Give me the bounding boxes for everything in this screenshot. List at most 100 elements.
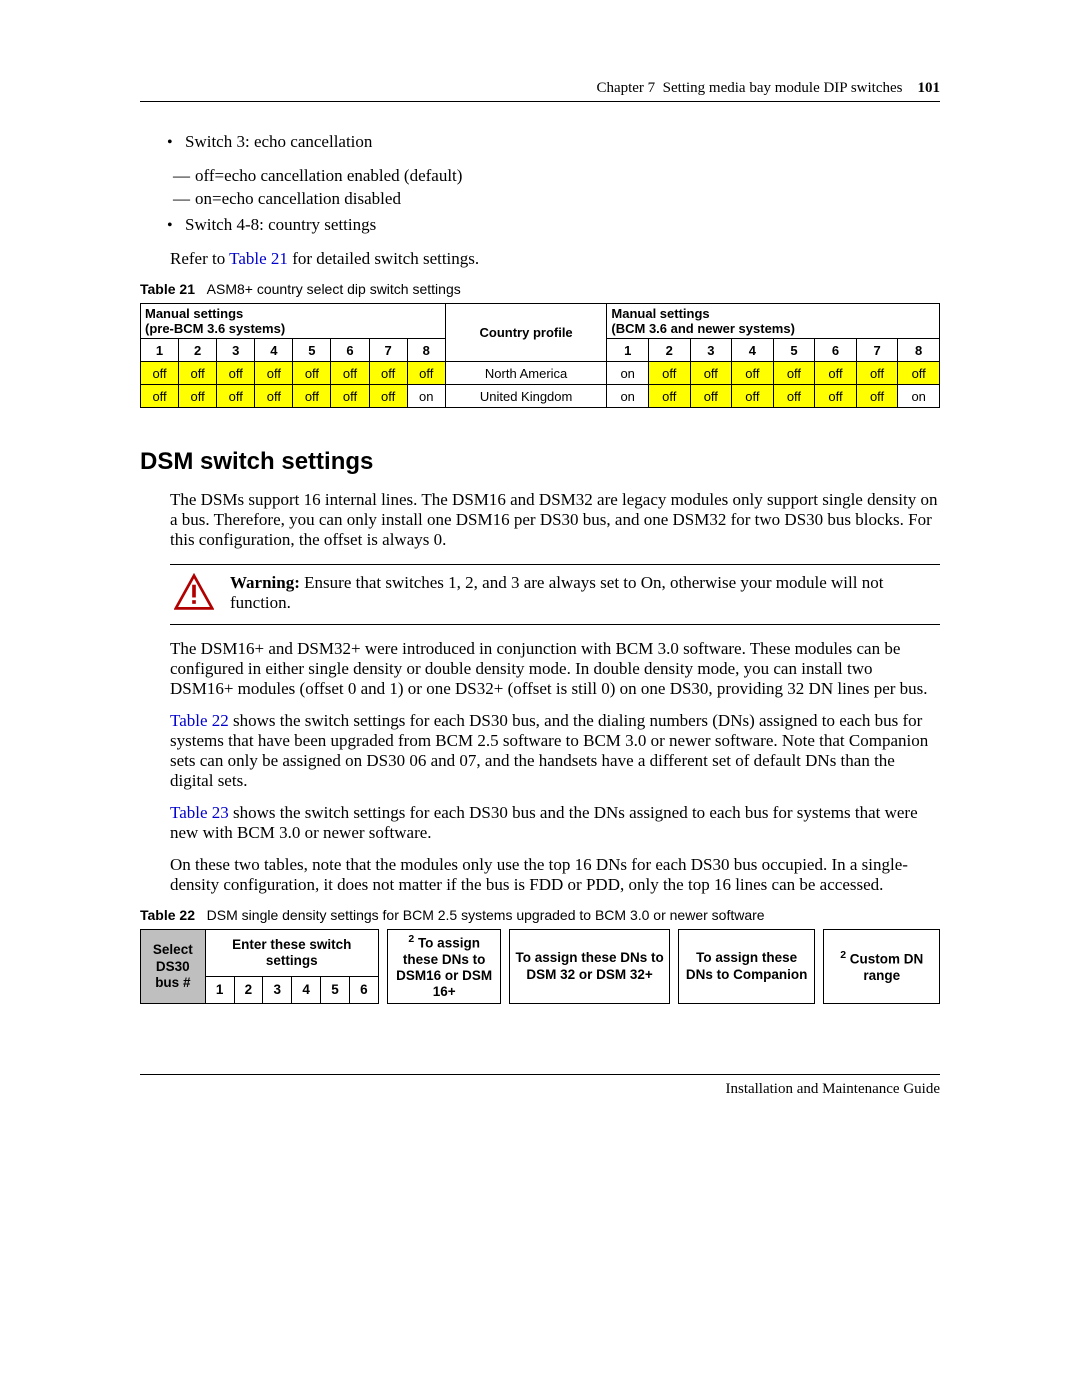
cell: off — [407, 362, 445, 385]
bullet-list-2: Switch 4-8: country settings — [140, 215, 940, 235]
warning-box: Warning: Ensure that switches 1, 2, and … — [170, 564, 940, 625]
cell: off — [856, 385, 898, 408]
table22: Select DS30 bus # Enter these switch set… — [140, 929, 940, 1004]
col-enter: Enter these switch settings — [205, 930, 378, 977]
cell: off — [648, 385, 690, 408]
table21: Manual settings (pre-BCM 3.6 systems) Co… — [140, 303, 940, 408]
warning-icon — [170, 571, 226, 618]
cell: off — [690, 385, 732, 408]
para3-text: shows the switch settings for each DS30 … — [170, 711, 928, 790]
paragraph: Table 22 shows the switch settings for e… — [170, 711, 940, 791]
col-num: 2 — [234, 976, 263, 1004]
col-num: 3 — [690, 339, 732, 362]
table23-link[interactable]: Table 23 — [170, 803, 229, 822]
warning-label: Warning: — [230, 573, 300, 592]
cell: off — [648, 362, 690, 385]
cell: off — [179, 362, 217, 385]
cell: off — [856, 362, 898, 385]
cell: off — [217, 362, 255, 385]
cell: off — [690, 362, 732, 385]
paragraph: The DSMs support 16 internal lines. The … — [170, 490, 940, 550]
col-num: 4 — [732, 339, 774, 362]
hdr-left-sub: (pre-BCM 3.6 systems) — [145, 321, 285, 336]
cell: off — [898, 362, 940, 385]
col-num: 5 — [773, 339, 815, 362]
chapter-title: Setting media bay module DIP switches — [663, 80, 903, 96]
table-row: off off off off off off off off North Am… — [141, 362, 940, 385]
table-row: off off off off off off off on United Ki… — [141, 385, 940, 408]
col-num: 6 — [349, 976, 378, 1004]
cell: off — [369, 362, 407, 385]
table-row: Select DS30 bus # Enter these switch set… — [141, 930, 940, 977]
col-num: 5 — [321, 976, 350, 1004]
table22-caption: Table 22 DSM single density settings for… — [140, 907, 940, 923]
table22-label: Table 22 — [140, 907, 195, 923]
cell: off — [217, 385, 255, 408]
col-num: 2 — [648, 339, 690, 362]
col-num: 7 — [856, 339, 898, 362]
col-num: 3 — [217, 339, 255, 362]
header-text: Chapter 7 Setting media bay module DIP s… — [140, 80, 940, 97]
col-num: 8 — [898, 339, 940, 362]
hdr-left: Manual settings (pre-BCM 3.6 systems) — [141, 304, 446, 339]
col-num: 1 — [607, 339, 649, 362]
cell-country: North America — [445, 362, 607, 385]
table21-link[interactable]: Table 21 — [229, 249, 288, 268]
page-header: Chapter 7 Setting media bay module DIP s… — [140, 80, 940, 102]
dash-item: on=echo cancellation disabled — [195, 189, 940, 209]
warning-text: Ensure that switches 1, 2, and 3 are alw… — [230, 573, 883, 612]
refer-pre: Refer to — [170, 249, 229, 268]
cell: off — [255, 362, 293, 385]
hdr-right-text: Manual settings — [611, 306, 709, 321]
cell: off — [331, 385, 369, 408]
cell: off — [773, 362, 815, 385]
gap — [815, 930, 824, 1004]
col-assign3: To assign these DNs to Companion — [679, 930, 815, 1004]
col-select: Select DS30 bus # — [141, 930, 206, 1004]
col-num: 1 — [205, 976, 234, 1004]
cell: off — [732, 362, 774, 385]
dash-list-1: off=echo cancellation enabled (default) … — [140, 166, 940, 209]
col-num: 8 — [407, 339, 445, 362]
table21-label: Table 21 — [140, 281, 195, 297]
cell: off — [141, 385, 179, 408]
cell: on — [407, 385, 445, 408]
col-num: 4 — [255, 339, 293, 362]
section-heading: DSM switch settings — [140, 448, 940, 476]
cell: on — [898, 385, 940, 408]
gap — [501, 930, 510, 1004]
cell: off — [815, 362, 857, 385]
table22-link[interactable]: Table 22 — [170, 711, 229, 730]
page: Chapter 7 Setting media bay module DIP s… — [0, 0, 1080, 1158]
col-num: 2 — [179, 339, 217, 362]
hdr-country: Country profile — [445, 304, 607, 362]
col-num: 6 — [815, 339, 857, 362]
cell: off — [179, 385, 217, 408]
cell: off — [773, 385, 815, 408]
gap — [378, 930, 387, 1004]
cell: off — [141, 362, 179, 385]
cell: off — [255, 385, 293, 408]
warning-text-cell: Warning: Ensure that switches 1, 2, and … — [226, 571, 940, 618]
cell: off — [815, 385, 857, 408]
page-number: 101 — [918, 80, 941, 96]
table21-caption: Table 21 ASM8+ country select dip switch… — [140, 281, 940, 297]
col-num: 5 — [293, 339, 331, 362]
cell-country: United Kingdom — [445, 385, 607, 408]
page-footer: Installation and Maintenance Guide — [140, 1074, 940, 1098]
paragraph: On these two tables, note that the modul… — [170, 855, 940, 895]
refer-post: for detailed switch settings. — [288, 249, 479, 268]
cell: off — [331, 362, 369, 385]
paragraph: The DSM16+ and DSM32+ were introduced in… — [170, 639, 940, 699]
hdr-right: Manual settings (BCM 3.6 and newer syste… — [607, 304, 940, 339]
table21-caption-text: ASM8+ country select dip switch settings — [207, 281, 461, 297]
cell: off — [293, 385, 331, 408]
gap — [669, 930, 678, 1004]
col-assign1: 2 To assign these DNs to DSM16 or DSM 16… — [388, 930, 501, 1004]
col-num: 7 — [369, 339, 407, 362]
bullet-item: Switch 3: echo cancellation — [185, 132, 940, 152]
col-num: 6 — [331, 339, 369, 362]
col-num: 1 — [141, 339, 179, 362]
hdr-right-sub: (BCM 3.6 and newer systems) — [611, 321, 795, 336]
cell: on — [607, 385, 649, 408]
